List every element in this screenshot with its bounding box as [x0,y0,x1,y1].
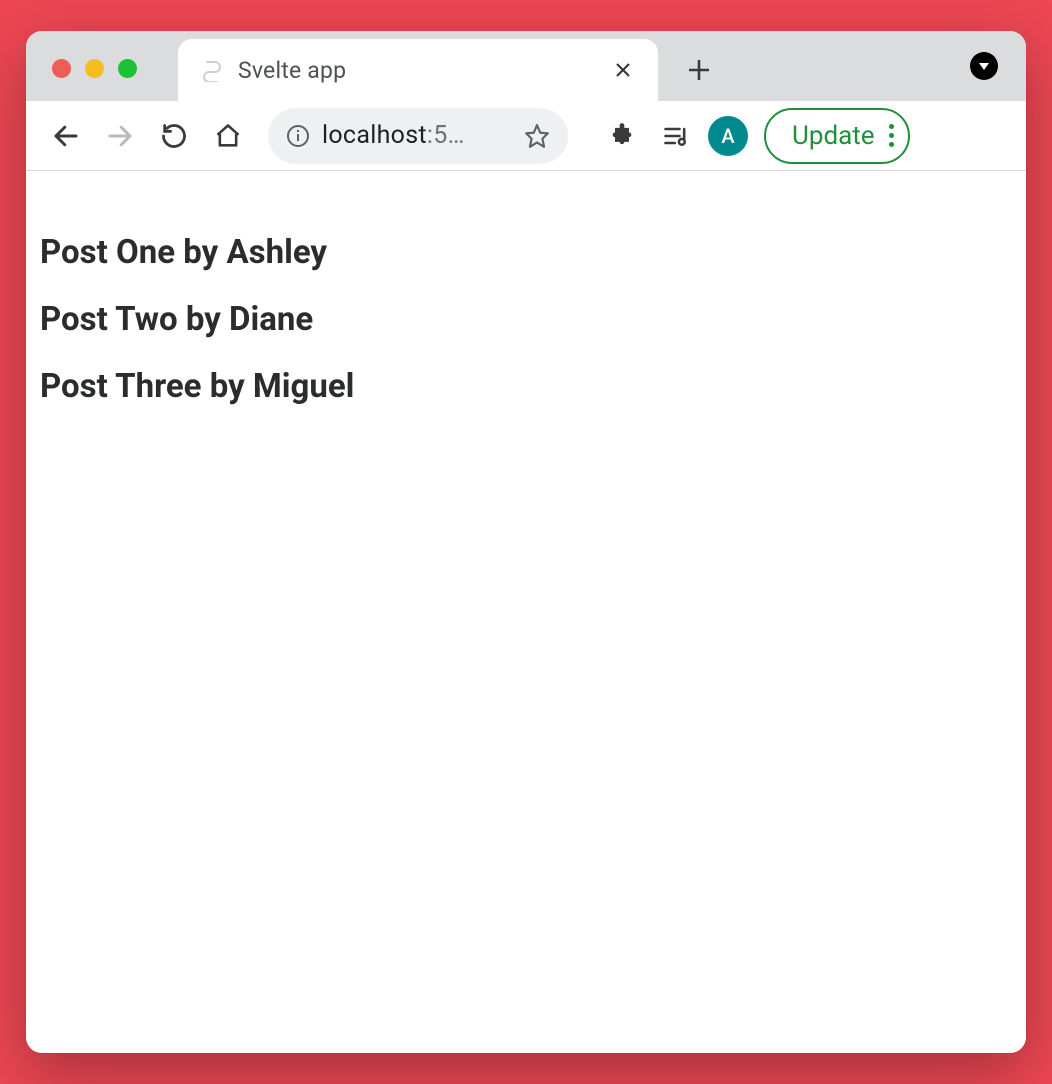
post-heading: Post One by Ashley [40,233,1012,272]
more-menu-icon[interactable] [889,124,894,147]
svelte-favicon-icon [200,58,224,82]
media-panel-button[interactable] [654,114,698,158]
browser-tab[interactable]: Svelte app [178,39,658,101]
plus-icon [686,57,712,83]
url-text: localhost:5… [322,121,512,150]
profile-avatar[interactable]: A [708,116,748,156]
home-button[interactable] [206,114,250,158]
forward-button[interactable] [98,114,142,158]
close-window-button[interactable] [52,59,71,78]
url-host: localhost [322,121,427,150]
close-icon [614,61,632,79]
tab-title: Svelte app [238,57,592,84]
reload-icon [160,122,188,150]
page-content: Post One by Ashley Post Two by Diane Pos… [26,171,1026,1053]
close-tab-button[interactable] [606,57,640,83]
bookmark-star-icon[interactable] [524,123,550,149]
extensions-button[interactable] [600,114,644,158]
minimize-window-button[interactable] [85,59,104,78]
tab-search-button[interactable] [970,52,998,80]
reload-button[interactable] [152,114,196,158]
site-info-icon[interactable] [286,124,310,148]
browser-window: Svelte app localhost:5… [26,31,1026,1053]
post-heading: Post Two by Diane [40,300,1012,339]
update-button[interactable]: Update [764,108,910,164]
music-list-icon [662,122,690,150]
puzzle-icon [608,122,636,150]
new-tab-button[interactable] [686,39,712,101]
caret-down-icon [977,59,991,73]
tab-strip: Svelte app [26,31,1026,101]
arrow-right-icon [105,121,135,151]
url-rest: :5… [427,121,465,150]
post-heading: Post Three by Miguel [40,367,1012,406]
address-bar[interactable]: localhost:5… [268,108,568,164]
browser-toolbar: localhost:5… A Update [26,101,1026,171]
arrow-left-icon [51,121,81,151]
home-icon [214,122,242,150]
back-button[interactable] [44,114,88,158]
zoom-window-button[interactable] [118,59,137,78]
avatar-initial: A [721,124,734,148]
update-label: Update [792,121,875,151]
window-controls [52,59,137,78]
